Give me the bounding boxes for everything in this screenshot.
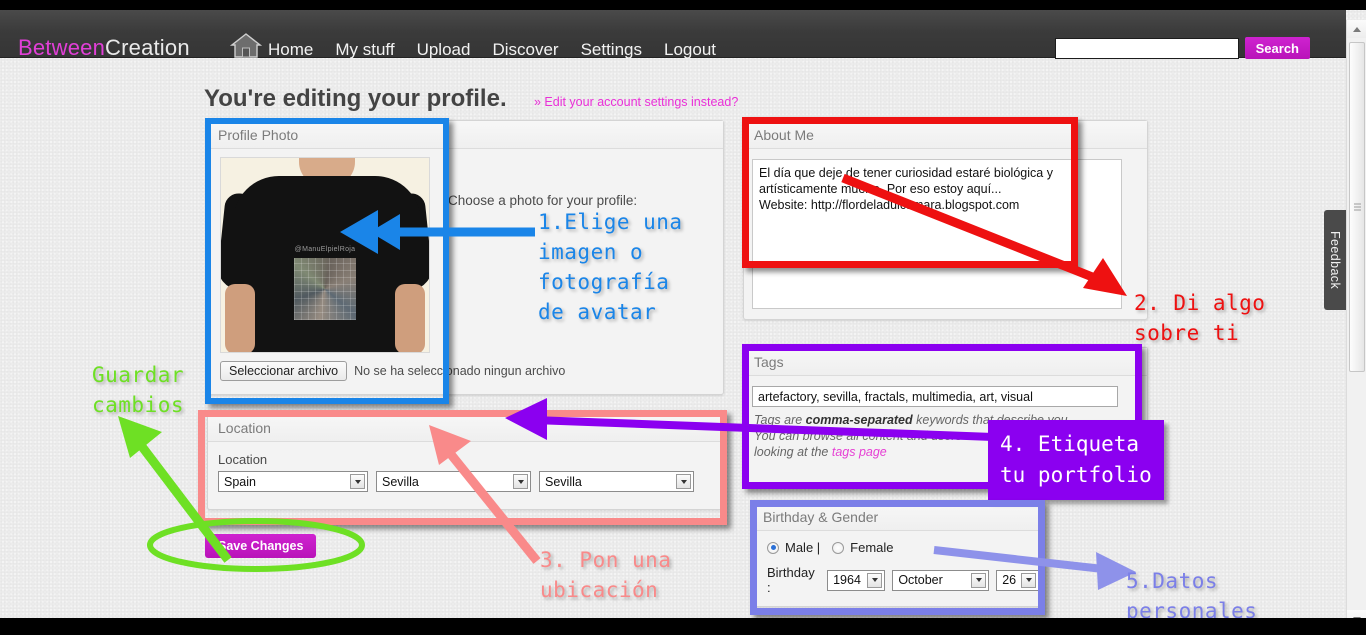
birthday-year-value: 1964 xyxy=(833,573,861,587)
birthday-month-value: October xyxy=(898,573,943,587)
tags-panel: Tags artefactory, sevilla, fractals, mul… xyxy=(743,347,1148,486)
about-me-textarea[interactable]: El día que deje de tener curiosidad esta… xyxy=(752,159,1122,309)
profile-photo-panel-title: Profile Photo xyxy=(208,121,723,149)
tags-help-text: Tags are comma-separated keywords that d… xyxy=(754,412,1139,460)
profile-photo-panel-body: @ManuElpielRoja Choose a photo for your … xyxy=(208,149,723,381)
file-select-button[interactable]: Seleccionar archivo xyxy=(220,361,348,381)
brand-part-1: Between xyxy=(18,35,106,60)
tags-page-link[interactable]: tags page xyxy=(832,445,887,459)
birthday-day-select[interactable]: 26 xyxy=(996,569,1039,591)
scroll-up-arrow-icon[interactable] xyxy=(1347,20,1366,38)
country-select-value: Spain xyxy=(224,474,256,489)
nav-item-logout[interactable]: Logout xyxy=(664,40,716,60)
annotation-3-text: 3. Pon una ubicación xyxy=(540,548,672,602)
vertical-scrollbar[interactable] xyxy=(1346,20,1366,618)
brand-part-2: Creation xyxy=(105,35,190,60)
file-upload-row: Seleccionar archivo No se ha seleccionad… xyxy=(220,361,565,381)
tags-help-line3-a: looking at the xyxy=(754,445,832,459)
annotation-2-text: 2. Di algo sobre ti xyxy=(1134,291,1266,345)
location-field-label: Location xyxy=(218,452,268,467)
tags-panel-title: Tags xyxy=(744,348,1147,376)
search-button[interactable]: Search xyxy=(1244,37,1310,59)
gender-radio-female[interactable] xyxy=(832,541,845,554)
location-panel-body: Location Spain Sevilla Sevilla xyxy=(208,442,723,498)
profile-photo-preview[interactable]: @ManuElpielRoja xyxy=(220,157,430,353)
nav-item-upload[interactable]: Upload xyxy=(417,40,471,60)
browser-viewport: BetweenCreation Home My stuff Upload Dis… xyxy=(0,10,1366,618)
chevron-down-icon[interactable] xyxy=(971,572,987,588)
page-title: You're editing your profile. xyxy=(204,85,507,112)
nav-item-settings[interactable]: Settings xyxy=(581,40,642,60)
nav-links: Home My stuff Upload Discover Settings L… xyxy=(268,38,716,62)
home-icon[interactable] xyxy=(229,31,263,59)
birthday-row: Birthday : 1964 October 26 xyxy=(767,565,1039,595)
birthday-year-select[interactable]: 1964 xyxy=(827,569,886,591)
chevron-down-icon[interactable] xyxy=(676,474,691,489)
region-select[interactable]: Sevilla xyxy=(376,471,531,492)
account-settings-link[interactable]: » Edit your account settings instead? xyxy=(534,95,738,109)
gender-radio-male[interactable] xyxy=(767,541,779,554)
birthday-month-select[interactable]: October xyxy=(892,569,990,591)
file-status-text: No se ha seleccionado ningun archivo xyxy=(354,364,566,378)
tags-input[interactable]: artefactory, sevilla, fractals, multimed… xyxy=(752,386,1118,407)
tshirt-handle-text: @ManuElpielRoja xyxy=(294,246,356,253)
location-panel-title: Location xyxy=(208,414,723,442)
chevron-down-icon[interactable] xyxy=(867,572,883,588)
city-select[interactable]: Sevilla xyxy=(539,471,694,492)
feedback-tab[interactable]: Feedback xyxy=(1324,210,1346,310)
nav-item-discover[interactable]: Discover xyxy=(492,40,558,60)
birthday-gender-panel-title: Birthday & Gender xyxy=(753,503,1043,531)
tags-panel-body: artefactory, sevilla, fractals, multimed… xyxy=(744,376,1147,464)
birthday-day-value: 26 xyxy=(1002,573,1017,587)
top-navigation-bar: BetweenCreation Home My stuff Upload Dis… xyxy=(0,10,1346,61)
birthday-gender-panel: Birthday & Gender Male | Female Birthday… xyxy=(752,502,1044,607)
annotation-6-text: Guardar cambios xyxy=(92,363,185,417)
about-me-panel: About Me El día que deje de tener curios… xyxy=(743,120,1148,320)
about-me-panel-body: El día que deje de tener curiosidad esta… xyxy=(744,149,1147,313)
chevron-down-icon[interactable] xyxy=(1021,572,1036,588)
about-me-panel-title: About Me xyxy=(744,121,1147,149)
gender-label-male: Male | xyxy=(785,540,821,555)
location-selects: Spain Sevilla Sevilla xyxy=(218,471,717,492)
feedback-tab-label: Feedback xyxy=(1328,230,1342,290)
site-logo[interactable]: BetweenCreation xyxy=(18,35,190,61)
location-panel: Location Location Spain Sevilla Sevilla xyxy=(207,413,724,510)
country-select[interactable]: Spain xyxy=(218,471,368,492)
search-area: Search xyxy=(1054,37,1310,59)
chevron-down-icon[interactable] xyxy=(350,474,365,489)
nav-item-my-stuff[interactable]: My stuff xyxy=(335,40,394,60)
region-select-value: Sevilla xyxy=(382,474,419,489)
search-input[interactable] xyxy=(1054,37,1239,59)
scrollbar-thumb[interactable] xyxy=(1349,42,1365,372)
scroll-down-arrow-icon[interactable] xyxy=(1347,610,1366,618)
tshirt-mosaic-graphic xyxy=(294,258,356,320)
birthday-gender-panel-body: Male | Female Birthday : 1964 October 26 xyxy=(753,531,1043,599)
gender-row: Male | Female xyxy=(767,540,1039,555)
tags-help-line1-c: keywords that describe you. xyxy=(912,413,1072,427)
nav-item-home[interactable]: Home xyxy=(268,40,313,60)
city-select-value: Sevilla xyxy=(545,474,582,489)
chevron-down-icon[interactable] xyxy=(513,474,528,489)
tags-help-line1-a: Tags are xyxy=(754,413,806,427)
gender-label-female: Female xyxy=(850,540,894,555)
profile-photo-panel: Profile Photo @ManuElpielRoja Choose a p… xyxy=(207,120,724,395)
birthday-label: Birthday : xyxy=(767,565,815,595)
tags-help-emphasis: comma-separated xyxy=(805,413,913,427)
annotation-5-text: 5.Datos personales xyxy=(1126,569,1258,618)
save-changes-button[interactable]: Save Changes xyxy=(205,534,317,558)
choose-photo-label: Choose a photo for your profile: xyxy=(448,193,638,208)
tags-help-line2: You can browse all content and users xyxy=(754,429,962,443)
